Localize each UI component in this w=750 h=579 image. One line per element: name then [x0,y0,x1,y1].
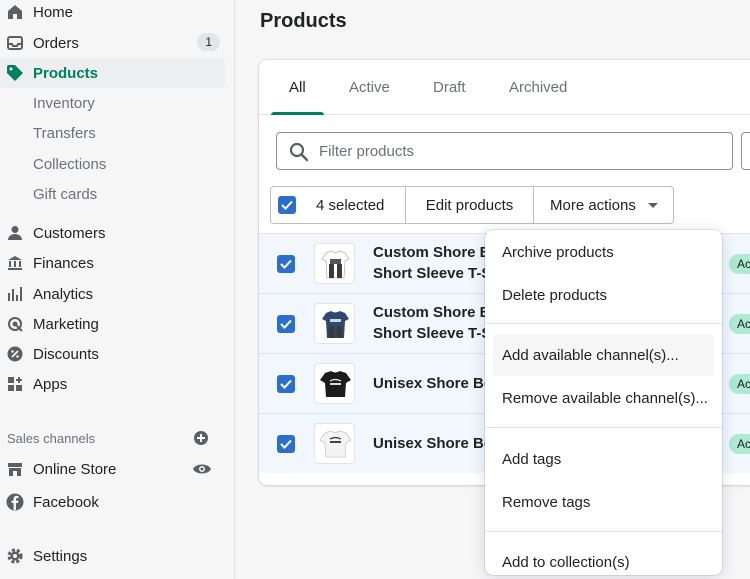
product-thumbnail[interactable] [314,423,355,464]
nav-finances[interactable]: Finances [0,248,225,278]
nav-apps-label: Apps [33,375,68,393]
nav-home-label: Home [33,3,74,21]
tag-icon [6,64,24,82]
product-thumbnail[interactable] [314,303,355,344]
status-badge: Ac [729,434,750,454]
nav-products-label: Products [33,64,99,82]
row-checkbox[interactable] [277,375,295,393]
caret-down-icon [647,202,658,208]
nav-analytics-label: Analytics [33,285,94,303]
add-channel-icon[interactable] [193,430,209,446]
tab-draft[interactable]: Draft [433,60,466,115]
product-tabs: All Active Draft Archived [259,60,750,115]
product-title[interactable]: Custom Shore B Short Sleeve T-S [373,242,491,284]
page-title: Products [260,10,347,32]
nav-home[interactable]: Home [0,0,225,27]
tab-active[interactable]: Active [349,60,390,115]
tab-all[interactable]: All [289,60,306,115]
status-badge: Ac [729,254,750,274]
menu-add-tags[interactable]: Add tags [493,438,714,480]
discount-icon [6,345,24,363]
menu-archive-products[interactable]: Archive products [493,231,714,273]
nav-marketing[interactable]: Marketing [0,309,225,339]
menu-remove-tags[interactable]: Remove tags [493,481,714,523]
nav-finances-label: Finances [33,254,94,272]
nav-settings[interactable]: Settings [0,541,225,571]
nav-collections[interactable]: Collections [33,152,106,176]
nav-settings-label: Settings [33,547,88,565]
nav-transfers[interactable]: Transfers [33,121,96,145]
nav-discounts[interactable]: Discounts [0,339,225,369]
nav-online-store-label: Online Store [33,460,117,478]
target-icon [6,315,24,333]
selected-count-label: 4 selected [316,196,385,214]
more-actions-label: More actions [550,196,636,214]
home-icon [6,3,24,21]
row-checkbox[interactable] [277,435,295,453]
nav-orders-label: Orders [33,34,79,52]
filter-products-input[interactable] [319,141,719,161]
nav-analytics[interactable]: Analytics [0,279,225,309]
filter-box [276,132,733,170]
eye-icon[interactable] [192,462,212,476]
menu-divider [485,323,722,324]
menu-divider [485,531,722,532]
menu-delete-products[interactable]: Delete products [493,274,714,316]
filter-options-button[interactable] [741,132,750,170]
product-thumbnail[interactable] [314,363,355,404]
row-checkbox[interactable] [277,255,295,273]
product-thumbnail[interactable] [314,243,355,284]
nav-products[interactable]: Products [0,58,225,88]
bank-icon [6,254,24,272]
status-badge: Ac [729,314,750,334]
status-badge: Ac [729,374,750,394]
product-title[interactable]: Custom Shore B Short Sleeve T-S [373,302,491,344]
nav-orders[interactable]: Orders 1 [0,28,225,58]
facebook-icon [6,493,24,511]
orders-icon [6,34,24,52]
more-actions-menu: Archive products Delete products Add ava… [485,230,722,575]
edit-products-button[interactable]: Edit products [405,186,534,224]
search-icon [289,142,309,162]
apps-icon [6,375,24,393]
nav-gift-cards[interactable]: Gift cards [33,182,97,206]
person-icon [6,224,24,242]
menu-divider [485,427,722,428]
store-icon [6,460,24,478]
nav-customers-label: Customers [33,224,106,242]
nav-facebook-label: Facebook [33,493,99,511]
product-title[interactable]: Unisex Shore Bo [373,373,493,394]
sales-channels-heading: Sales channels [7,431,96,446]
nav-apps[interactable]: Apps [0,369,225,399]
more-actions-button[interactable]: More actions [533,186,674,224]
select-all-checkbox[interactable] [278,196,296,214]
nav-inventory[interactable]: Inventory [33,91,95,115]
select-all-segment[interactable]: 4 selected [270,186,406,224]
menu-remove-channels[interactable]: Remove available channel(s)... [493,377,714,419]
nav-marketing-label: Marketing [33,315,99,333]
bulk-actions-bar: 4 selected Edit products More actions [270,186,674,224]
sidebar: Home Orders 1 Products Inventory Transfe… [0,0,235,579]
active-tab-indicator [271,112,324,115]
row-checkbox[interactable] [277,315,295,333]
gear-icon [6,547,24,565]
orders-count-badge: 1 [197,33,220,51]
product-title[interactable]: Unisex Shore Bo [373,433,493,454]
nav-facebook[interactable]: Facebook [0,487,225,517]
nav-customers[interactable]: Customers [0,218,225,248]
bar-chart-icon [6,285,24,303]
tab-archived[interactable]: Archived [509,60,567,115]
nav-discounts-label: Discounts [33,345,99,363]
menu-add-to-collections[interactable]: Add to collection(s) [493,541,714,575]
menu-add-channels[interactable]: Add available channel(s)... [493,334,714,376]
